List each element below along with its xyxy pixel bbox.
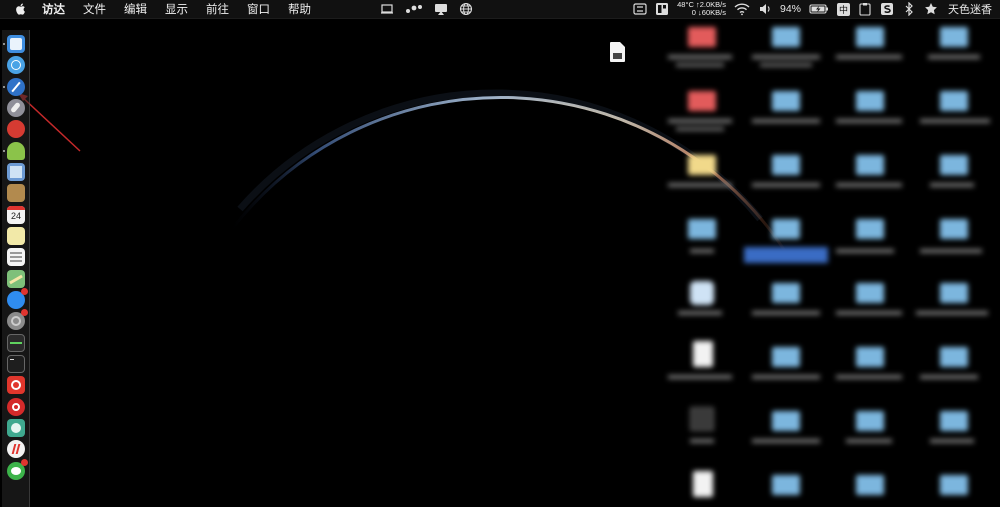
menu-file[interactable]: 文件 xyxy=(83,1,106,17)
desktop-app[interactable] xyxy=(690,281,714,305)
desktop-folder[interactable] xyxy=(688,91,716,113)
dots-menu-icon[interactable] xyxy=(405,2,423,16)
desktop-folder[interactable] xyxy=(772,27,800,49)
clipboard-icon[interactable] xyxy=(858,2,872,16)
vivaldi-icon[interactable] xyxy=(7,376,25,394)
desktop-folder[interactable] xyxy=(856,91,884,113)
finder-icon[interactable] xyxy=(3,35,25,53)
desktop-folder[interactable] xyxy=(940,155,968,177)
netease-music-icon[interactable] xyxy=(7,398,25,416)
menu-app-name[interactable]: 访达 xyxy=(42,1,65,17)
maps-icon[interactable] xyxy=(7,270,25,288)
input-method-indicator[interactable]: 中 xyxy=(837,2,850,16)
desktop-folder[interactable] xyxy=(772,155,800,177)
desktop-folder[interactable] xyxy=(940,411,968,433)
menu-bar: 访达 文件 编辑 显示 前往 窗口 帮助 48°C ↑2.0KB/s 0 ↓60… xyxy=(0,0,1000,19)
desktop-folder[interactable] xyxy=(856,283,884,305)
system-preferences-icon[interactable] xyxy=(7,309,28,330)
network-stats[interactable]: 48°C ↑2.0KB/s 0 ↓60KB/s xyxy=(677,1,726,17)
sd-card-icon[interactable] xyxy=(608,41,626,63)
menu-edit[interactable]: 编辑 xyxy=(124,1,147,17)
desktop-folder[interactable] xyxy=(772,283,800,305)
volume-icon[interactable] xyxy=(758,2,772,16)
terminal-icon[interactable] xyxy=(7,355,25,373)
airplay-display-icon[interactable] xyxy=(380,2,394,16)
status-icons-right: 48°C ↑2.0KB/s 0 ↓60KB/s 94% 中 天色迷香 xyxy=(633,0,992,18)
desktop-folder[interactable] xyxy=(688,155,716,177)
download-speed-count: 0 xyxy=(691,8,696,17)
sogou-input-icon[interactable] xyxy=(880,2,894,16)
desktop-document[interactable] xyxy=(693,341,713,367)
desktop-folder[interactable] xyxy=(772,91,800,113)
desktop-folder[interactable] xyxy=(940,347,968,369)
app-teal-icon[interactable] xyxy=(7,419,25,437)
menu-window[interactable]: 窗口 xyxy=(247,1,270,17)
wechat-icon[interactable] xyxy=(7,459,28,480)
calendar-icon[interactable]: 24 xyxy=(7,206,25,224)
dock: 24 xyxy=(2,30,30,507)
desktop-folder[interactable] xyxy=(940,219,968,241)
safari-icon[interactable] xyxy=(7,56,25,74)
screen-mirroring-icon[interactable] xyxy=(434,2,448,16)
apple-menu-icon[interactable] xyxy=(14,2,28,16)
bluetooth-icon[interactable] xyxy=(902,2,916,16)
menu-view[interactable]: 显示 xyxy=(165,1,188,17)
app-red-icon[interactable] xyxy=(7,120,25,138)
user-name[interactable]: 天色迷香 xyxy=(948,1,992,17)
battery-charging-icon[interactable] xyxy=(809,2,829,16)
desktop-folder[interactable] xyxy=(940,91,968,113)
desktop-folder[interactable] xyxy=(856,27,884,49)
desktop-document[interactable] xyxy=(693,471,713,497)
desktop-folder[interactable] xyxy=(856,475,884,497)
notes-brown-icon[interactable] xyxy=(7,184,25,202)
yandex-icon[interactable] xyxy=(7,440,25,458)
desktop-folder[interactable] xyxy=(856,155,884,177)
desktop-file[interactable] xyxy=(690,407,714,431)
desktop-folder[interactable] xyxy=(940,27,968,49)
desktop-icons xyxy=(0,19,1000,507)
desktop-folder[interactable] xyxy=(772,347,800,369)
wifi-icon[interactable] xyxy=(734,2,750,16)
desktop-folder[interactable] xyxy=(940,283,968,305)
android-icon[interactable] xyxy=(3,142,25,160)
star-icon[interactable] xyxy=(924,2,938,16)
input-method-label: 中 xyxy=(838,4,848,15)
status-icons-left xyxy=(380,0,473,18)
activity-monitor-icon[interactable] xyxy=(7,334,25,352)
launchpad-icon[interactable] xyxy=(7,99,25,117)
download-speed: ↓60KB/s xyxy=(698,8,726,17)
desktop xyxy=(0,19,1000,507)
desktop-folder[interactable] xyxy=(772,475,800,497)
battery-percent[interactable]: 94% xyxy=(780,3,801,15)
desktop-folder[interactable] xyxy=(772,411,800,433)
app-store-icon[interactable] xyxy=(7,288,28,309)
desktop-folder[interactable] xyxy=(856,347,884,369)
desktop-folder[interactable] xyxy=(688,219,716,241)
calendar-day: 24 xyxy=(10,211,21,221)
notes-icon[interactable] xyxy=(7,227,25,245)
preview-icon[interactable] xyxy=(7,163,25,181)
switch-icon[interactable] xyxy=(633,2,647,16)
desktop-folder[interactable] xyxy=(688,27,716,49)
menu-help[interactable]: 帮助 xyxy=(288,1,311,17)
desktop-folder[interactable] xyxy=(772,219,800,241)
desktop-folder[interactable] xyxy=(856,411,884,433)
menu-go[interactable]: 前往 xyxy=(206,1,229,17)
compass-icon[interactable] xyxy=(3,78,25,96)
globe-icon[interactable] xyxy=(459,2,473,16)
desktop-folder[interactable] xyxy=(940,475,968,497)
desktop-folder[interactable] xyxy=(856,219,884,241)
reminders-icon[interactable] xyxy=(7,248,25,266)
window-manager-icon[interactable] xyxy=(655,2,669,16)
